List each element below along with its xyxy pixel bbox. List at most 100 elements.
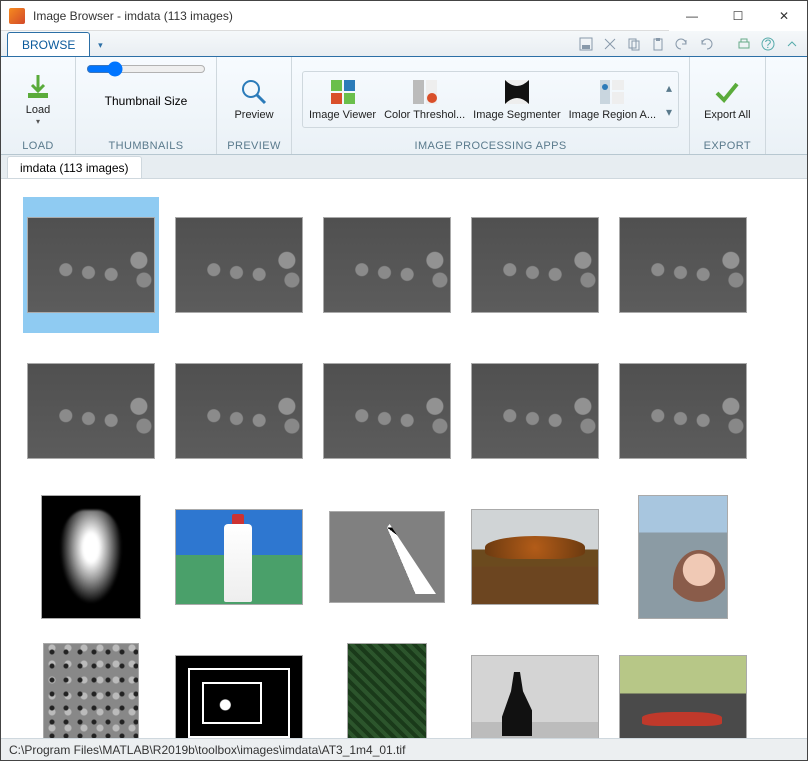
print-icon[interactable] bbox=[735, 35, 753, 53]
group-thumbnails-label: THUMBNAILS bbox=[109, 138, 184, 152]
thumbnail-image bbox=[27, 363, 155, 459]
thumbnail-cell[interactable] bbox=[615, 635, 751, 738]
copy-icon[interactable] bbox=[625, 35, 643, 53]
thumbnail-cell[interactable] bbox=[615, 489, 751, 625]
export-all-button[interactable]: Export All bbox=[700, 75, 754, 124]
window-title: Image Browser - imdata (113 images) bbox=[33, 9, 669, 23]
thumbnail-image bbox=[471, 655, 599, 738]
thumbnail-cell[interactable] bbox=[467, 343, 603, 479]
toolstrip: Load ▾ LOAD Thumbnail Size THUMBNAILS Pr… bbox=[1, 57, 807, 155]
group-export-label: EXPORT bbox=[704, 138, 751, 152]
close-button[interactable]: ✕ bbox=[761, 1, 807, 31]
group-preview: Preview PREVIEW bbox=[217, 57, 292, 154]
save-icon[interactable] bbox=[577, 35, 595, 53]
magnifier-icon bbox=[240, 78, 268, 106]
thumbnail-size-label: Thumbnail Size bbox=[105, 94, 188, 108]
thumbnail-cell[interactable] bbox=[171, 489, 307, 625]
undo-icon[interactable] bbox=[673, 35, 691, 53]
apps-gallery: Image Viewer Color Threshol... Image Seg… bbox=[302, 71, 679, 128]
app-image-viewer[interactable]: Image Viewer bbox=[305, 75, 380, 124]
image-viewer-icon bbox=[329, 78, 357, 106]
load-button[interactable]: Load ▾ bbox=[11, 70, 65, 129]
cut-icon[interactable] bbox=[601, 35, 619, 53]
thumbnail-image bbox=[471, 363, 599, 459]
thumbnail-image bbox=[638, 495, 728, 619]
tab-browse[interactable]: BROWSE bbox=[7, 32, 90, 56]
preview-button[interactable]: Preview bbox=[227, 75, 281, 124]
thumbnail-cell[interactable] bbox=[319, 343, 455, 479]
thumbnail-cell[interactable] bbox=[171, 197, 307, 333]
color-thresholder-icon bbox=[411, 78, 439, 106]
group-apps: Image Viewer Color Threshol... Image Seg… bbox=[292, 57, 690, 154]
thumbnail-image bbox=[329, 511, 445, 603]
tabstrip: BROWSE ▾ ? bbox=[1, 31, 807, 57]
export-all-label: Export All bbox=[704, 109, 750, 121]
group-preview-label: PREVIEW bbox=[227, 138, 281, 152]
app-image-segmenter[interactable]: Image Segmenter bbox=[469, 75, 564, 124]
thumbnail-cell[interactable] bbox=[171, 635, 307, 738]
thumbnail-cell[interactable] bbox=[319, 197, 455, 333]
quick-access-toolbar: ? bbox=[577, 33, 801, 55]
thumbnail-image bbox=[619, 363, 747, 459]
thumbnail-cell[interactable] bbox=[23, 197, 159, 333]
status-bar: C:\Program Files\MATLAB\R2019b\toolbox\i… bbox=[1, 738, 807, 760]
thumbnail-image bbox=[471, 509, 599, 605]
thumbnail-image bbox=[471, 217, 599, 313]
thumbnail-image bbox=[619, 217, 747, 313]
titlebar: Image Browser - imdata (113 images) — ☐ … bbox=[1, 1, 807, 31]
thumbnail-image bbox=[175, 217, 303, 313]
thumbnail-image bbox=[175, 509, 303, 605]
load-icon bbox=[24, 73, 52, 101]
thumbnail-size-slider[interactable] bbox=[86, 61, 206, 80]
group-load-label: LOAD bbox=[22, 138, 54, 152]
preview-label: Preview bbox=[234, 109, 273, 121]
thumbnail-cell[interactable] bbox=[615, 197, 751, 333]
thumbnail-cell[interactable] bbox=[23, 635, 159, 738]
thumbnail-cell[interactable] bbox=[467, 489, 603, 625]
svg-text:?: ? bbox=[765, 37, 772, 51]
help-icon[interactable]: ? bbox=[759, 35, 777, 53]
thumbnail-cell[interactable] bbox=[615, 343, 751, 479]
document-tabstrip: imdata (113 images) bbox=[1, 155, 807, 179]
thumbnail-image bbox=[41, 495, 141, 619]
status-path: C:\Program Files\MATLAB\R2019b\toolbox\i… bbox=[9, 743, 405, 757]
tab-dropdown-icon[interactable]: ▾ bbox=[92, 34, 108, 56]
minimize-button[interactable]: — bbox=[669, 1, 715, 31]
thumbnail-image bbox=[347, 643, 427, 738]
thumbnail-cell[interactable] bbox=[467, 635, 603, 738]
paste-icon[interactable] bbox=[649, 35, 667, 53]
app-image-region-analyzer[interactable]: Image Region A... bbox=[565, 75, 660, 124]
thumbnail-cell[interactable] bbox=[23, 343, 159, 479]
image-segmenter-icon bbox=[503, 78, 531, 106]
app-icon bbox=[9, 8, 25, 24]
thumbnail-cell[interactable] bbox=[319, 489, 455, 625]
color-thresholder-label: Color Threshol... bbox=[384, 109, 465, 121]
thumbnail-cell[interactable] bbox=[467, 197, 603, 333]
thumbnail-image bbox=[27, 217, 155, 313]
image-viewer-label: Image Viewer bbox=[309, 109, 376, 121]
thumbnail-cell[interactable] bbox=[23, 489, 159, 625]
image-region-analyzer-icon bbox=[598, 78, 626, 106]
thumbnail-panel[interactable] bbox=[1, 179, 807, 738]
group-export: Export All EXPORT bbox=[690, 57, 765, 154]
thumbnail-image bbox=[323, 217, 451, 313]
thumbnail-image bbox=[323, 363, 451, 459]
load-label: Load bbox=[26, 104, 50, 116]
check-icon bbox=[713, 78, 741, 106]
maximize-button[interactable]: ☐ bbox=[715, 1, 761, 31]
thumbnail-cell[interactable] bbox=[171, 343, 307, 479]
gallery-expand-icon[interactable]: ▴▾ bbox=[662, 81, 676, 119]
redo-icon[interactable] bbox=[697, 35, 715, 53]
group-load: Load ▾ LOAD bbox=[1, 57, 76, 154]
thumbnail-image bbox=[175, 655, 303, 738]
thumbnail-image bbox=[43, 643, 139, 738]
chevron-down-icon: ▾ bbox=[36, 117, 40, 126]
thumbnail-image bbox=[175, 363, 303, 459]
minimize-ribbon-icon[interactable] bbox=[783, 35, 801, 53]
app-color-thresholder[interactable]: Color Threshol... bbox=[380, 75, 469, 124]
group-thumbnails: Thumbnail Size THUMBNAILS bbox=[76, 57, 217, 154]
thumbnail-cell[interactable] bbox=[319, 635, 455, 738]
document-tab-imdata[interactable]: imdata (113 images) bbox=[7, 156, 142, 178]
image-segmenter-label: Image Segmenter bbox=[473, 109, 560, 121]
thumbnail-image bbox=[619, 655, 747, 738]
